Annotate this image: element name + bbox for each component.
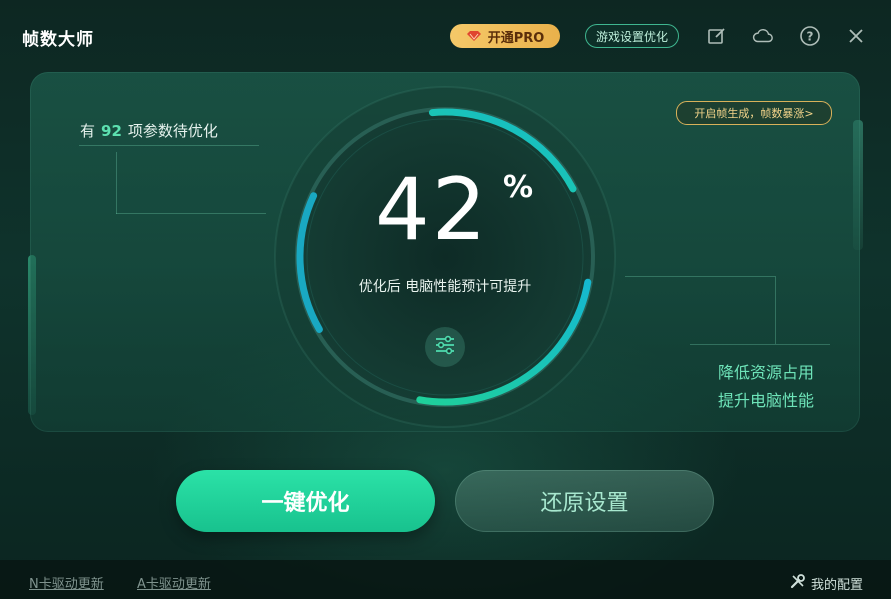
cloud-icon[interactable]: [752, 25, 774, 47]
percent-sign: %: [503, 170, 534, 205]
pro-upgrade-label: 开通PRO: [487, 30, 545, 46]
gauge-subtitle: 优化后 电脑性能预计可提升: [358, 279, 532, 295]
adjust-settings-button[interactable]: [425, 327, 465, 367]
percent-value: 42: [375, 160, 489, 260]
pro-upgrade-button[interactable]: 开通PRO: [450, 24, 560, 48]
params-count: 92: [101, 122, 122, 140]
restore-settings-button[interactable]: 还原设置: [455, 470, 714, 532]
a-card-driver-update-link[interactable]: A卡驱动更新: [137, 573, 211, 592]
frame-generation-promo-button[interactable]: 开启帧生成，帧数暴涨>: [676, 101, 832, 125]
my-config-button[interactable]: 我的配置: [790, 573, 863, 593]
help-icon[interactable]: ?: [799, 25, 821, 47]
title-bar: 帧数大师 开通PRO 游戏设置优化 ?: [0, 0, 891, 62]
sliders-icon: [434, 335, 456, 359]
tools-icon: [790, 573, 806, 593]
close-icon[interactable]: [845, 25, 867, 47]
connector-line: [775, 276, 776, 344]
svg-text:?: ?: [807, 30, 814, 44]
benefit-reduce-resources: 降低资源占用: [718, 363, 815, 382]
connector-line: [116, 152, 117, 214]
params-prefix: 有: [80, 122, 96, 140]
diamond-icon: [466, 30, 482, 42]
one-click-optimize-button[interactable]: 一键优化: [176, 470, 435, 532]
connector-line: [79, 145, 259, 146]
benefits-text: 降低资源占用 提升电脑性能: [718, 359, 814, 415]
game-settings-button[interactable]: 游戏设置优化: [585, 24, 679, 48]
my-config-label: 我的配置: [811, 577, 864, 593]
app-title: 帧数大师: [22, 30, 94, 50]
bottom-bar: [0, 560, 891, 599]
edit-icon[interactable]: [706, 25, 728, 47]
params-suffix: 项参数待优化: [127, 122, 218, 140]
n-card-driver-update-link[interactable]: N卡驱动更新: [29, 573, 104, 592]
connector-line: [690, 344, 830, 345]
benefit-improve-performance: 提升电脑性能: [718, 391, 815, 410]
pending-params-text: 有 92 项参数待优化: [80, 120, 218, 141]
